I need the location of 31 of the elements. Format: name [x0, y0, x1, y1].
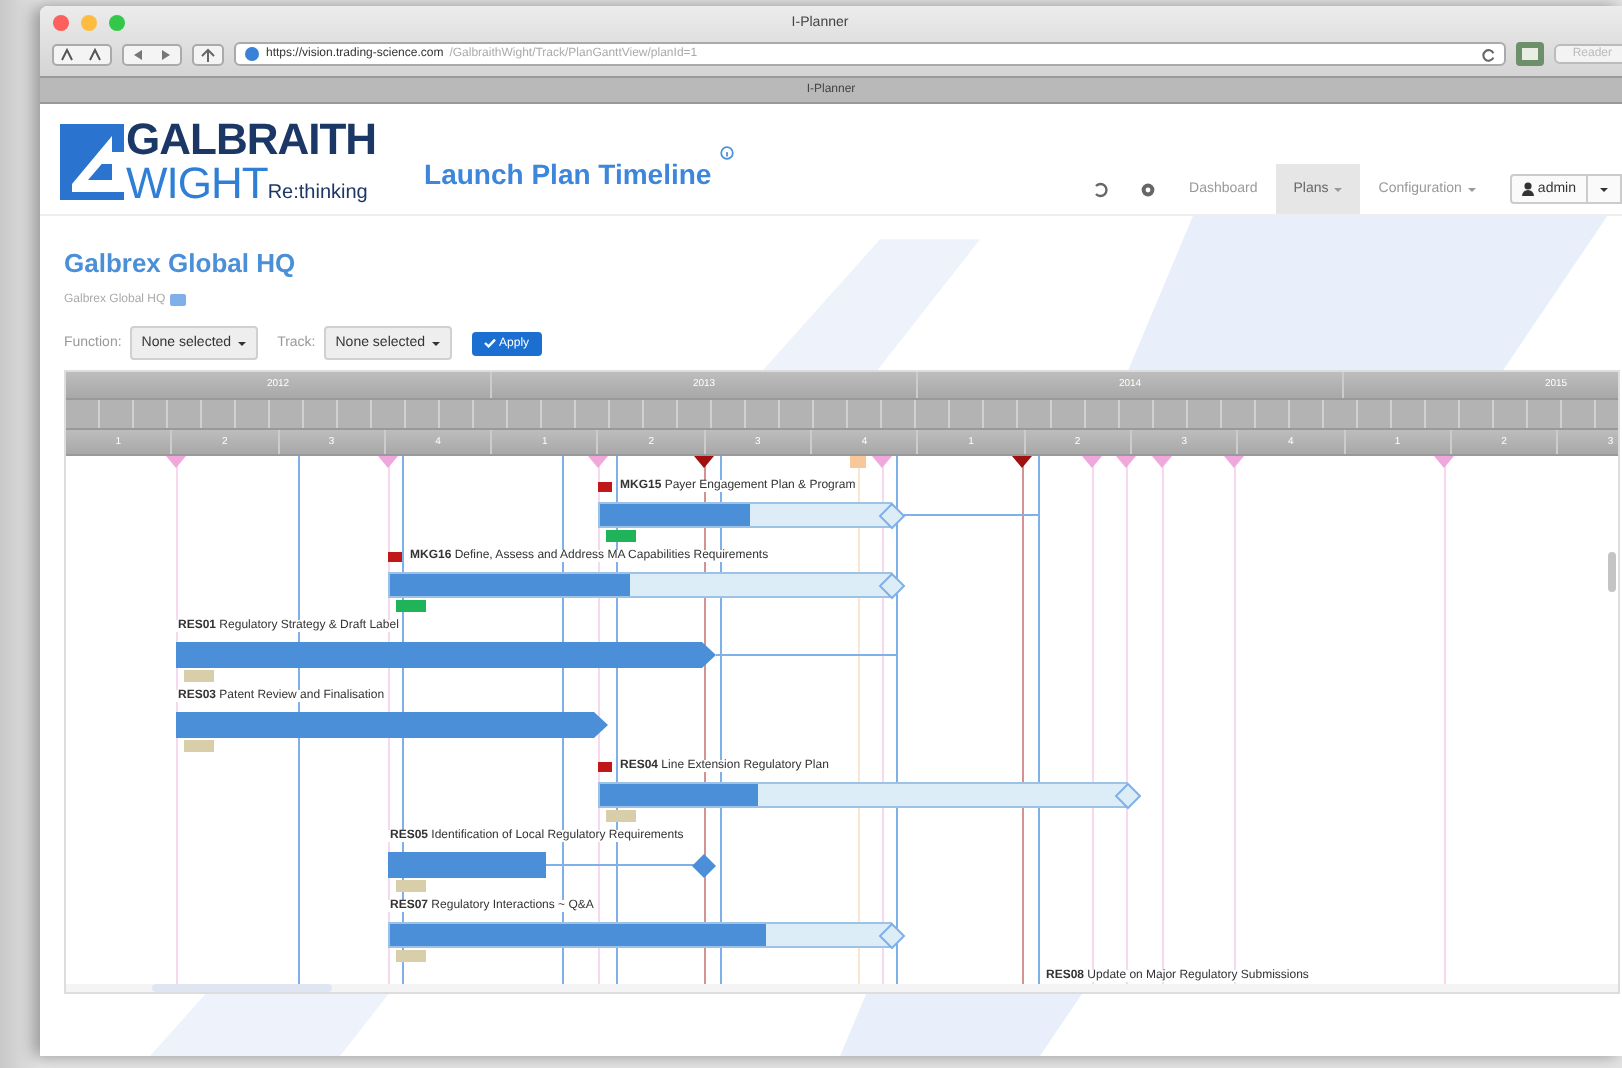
milestone-marker-icon[interactable]: [850, 456, 866, 468]
globe-icon: [244, 46, 260, 62]
logo-tagline: Re:thinking: [267, 183, 368, 203]
settings-icon[interactable]: [1139, 181, 1156, 197]
scrollbar-thumb[interactable]: [152, 984, 332, 992]
window-controls-icon[interactable]: [52, 13, 128, 31]
caret-icon: [237, 341, 246, 345]
check-icon: [483, 338, 496, 348]
reload-icon[interactable]: [1482, 47, 1497, 61]
milestone-diamond-icon[interactable]: [878, 571, 906, 599]
dropdown-toggle[interactable]: [1588, 174, 1622, 204]
user-icon: [1521, 182, 1534, 196]
caret-icon: [431, 341, 440, 345]
milestone-diamond-icon[interactable]: [1114, 781, 1142, 809]
milestone-diamond-icon[interactable]: [690, 851, 718, 879]
extension-icon[interactable]: [1516, 42, 1545, 66]
back-forward-icon[interactable]: [122, 43, 182, 65]
info-icon[interactable]: [719, 146, 734, 160]
scrollbar-thumb[interactable]: [1608, 552, 1616, 592]
logo-icon: [60, 123, 124, 199]
share-icon[interactable]: [192, 43, 224, 65]
page-title: Launch Plan Timeline: [424, 157, 712, 189]
edit-icon[interactable]: [169, 294, 186, 306]
milestone-diamond-icon[interactable]: [878, 921, 906, 949]
milestone-diamond-icon[interactable]: [878, 501, 906, 529]
caret-icon: [1600, 187, 1608, 191]
logo-text: WIGHT: [126, 161, 268, 205]
undo-icon[interactable]: [1091, 181, 1108, 197]
logo-text: GALBRAITH: [126, 117, 377, 161]
plan-heading: Galbrex Global HQ: [64, 248, 298, 278]
text-size-icon[interactable]: [52, 43, 112, 65]
